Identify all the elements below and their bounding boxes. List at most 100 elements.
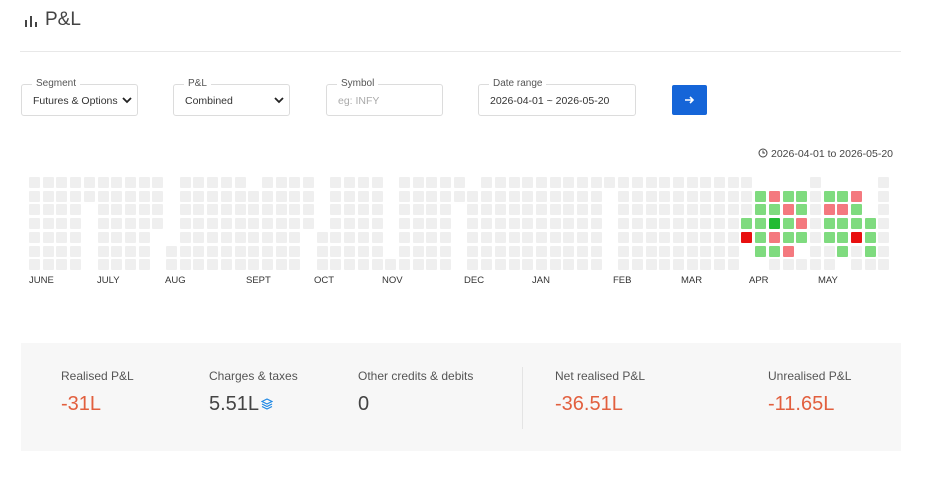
heatmap-cell[interactable] xyxy=(536,259,547,270)
heatmap-cell[interactable] xyxy=(824,259,835,270)
heatmap-cell[interactable] xyxy=(413,204,424,215)
heatmap-cell[interactable] xyxy=(536,218,547,229)
heatmap-cell[interactable] xyxy=(289,191,300,202)
heatmap-cell[interactable] xyxy=(29,232,40,243)
heatmap-cell[interactable] xyxy=(193,232,204,243)
heatmap-cell[interactable] xyxy=(29,259,40,270)
heatmap-cell[interactable] xyxy=(440,246,451,257)
heatmap-cell[interactable] xyxy=(618,218,629,229)
heatmap-cell[interactable] xyxy=(618,259,629,270)
heatmap-cell[interactable] xyxy=(481,218,492,229)
heatmap-cell[interactable] xyxy=(152,204,163,215)
heatmap-cell[interactable] xyxy=(344,232,355,243)
heatmap-cell[interactable] xyxy=(180,177,191,188)
heatmap-cell[interactable] xyxy=(700,218,711,229)
heatmap-cell[interactable] xyxy=(221,191,232,202)
heatmap-cell[interactable] xyxy=(536,246,547,257)
heatmap-cell[interactable] xyxy=(522,191,533,202)
heatmap-cell[interactable] xyxy=(495,218,506,229)
heatmap-cell[interactable] xyxy=(646,191,657,202)
heatmap-cell[interactable] xyxy=(358,177,369,188)
heatmap-cell[interactable] xyxy=(413,232,424,243)
heatmap-cell[interactable] xyxy=(755,232,766,243)
heatmap-cell[interactable] xyxy=(152,191,163,202)
heatmap-cell[interactable] xyxy=(29,177,40,188)
heatmap-cell[interactable] xyxy=(550,218,561,229)
heatmap-cell[interactable] xyxy=(837,218,848,229)
heatmap-cell[interactable] xyxy=(783,259,794,270)
heatmap-cell[interactable] xyxy=(563,232,574,243)
heatmap-cell[interactable] xyxy=(235,259,246,270)
heatmap-cell[interactable] xyxy=(372,246,383,257)
heatmap-cell[interactable] xyxy=(495,232,506,243)
heatmap-cell[interactable] xyxy=(728,218,739,229)
heatmap-cell[interactable] xyxy=(687,191,698,202)
heatmap-cell[interactable] xyxy=(248,191,259,202)
heatmap-cell[interactable] xyxy=(372,204,383,215)
heatmap-cell[interactable] xyxy=(783,204,794,215)
heatmap-cell[interactable] xyxy=(358,232,369,243)
heatmap-cell[interactable] xyxy=(728,177,739,188)
heatmap-cell[interactable] xyxy=(796,218,807,229)
heatmap-cell[interactable] xyxy=(824,218,835,229)
heatmap-cell[interactable] xyxy=(591,204,602,215)
heatmap-cell[interactable] xyxy=(426,259,437,270)
heatmap-cell[interactable] xyxy=(440,218,451,229)
heatmap-cell[interactable] xyxy=(358,246,369,257)
heatmap-cell[interactable] xyxy=(563,177,574,188)
heatmap-cell[interactable] xyxy=(221,259,232,270)
heatmap-cell[interactable] xyxy=(207,246,218,257)
heatmap-cell[interactable] xyxy=(728,246,739,257)
heatmap-cell[interactable] xyxy=(56,177,67,188)
heatmap-cell[interactable] xyxy=(550,246,561,257)
heatmap-cell[interactable] xyxy=(741,177,752,188)
heatmap-cell[interactable] xyxy=(139,191,150,202)
heatmap-cell[interactable] xyxy=(84,177,95,188)
heatmap-cell[interactable] xyxy=(440,232,451,243)
heatmap-cell[interactable] xyxy=(878,204,889,215)
heatmap-cell[interactable] xyxy=(330,191,341,202)
heatmap-cell[interactable] xyxy=(509,232,520,243)
heatmap-cell[interactable] xyxy=(317,232,328,243)
heatmap-cell[interactable] xyxy=(550,177,561,188)
heatmap-cell[interactable] xyxy=(783,191,794,202)
heatmap-cell[interactable] xyxy=(372,259,383,270)
heatmap-cell[interactable] xyxy=(70,232,81,243)
heatmap-cell[interactable] xyxy=(509,204,520,215)
layers-icon[interactable] xyxy=(261,398,274,410)
heatmap-cell[interactable] xyxy=(481,191,492,202)
heatmap-cell[interactable] xyxy=(467,246,478,257)
heatmap-cell[interactable] xyxy=(728,204,739,215)
heatmap-cell[interactable] xyxy=(783,232,794,243)
heatmap-cell[interactable] xyxy=(276,177,287,188)
heatmap-cell[interactable] xyxy=(426,191,437,202)
heatmap-cell[interactable] xyxy=(399,246,410,257)
heatmap-cell[interactable] xyxy=(358,204,369,215)
heatmap-cell[interactable] xyxy=(180,191,191,202)
heatmap-cell[interactable] xyxy=(878,246,889,257)
heatmap-cell[interactable] xyxy=(536,232,547,243)
heatmap-cell[interactable] xyxy=(56,259,67,270)
heatmap-cell[interactable] xyxy=(851,232,862,243)
heatmap-cell[interactable] xyxy=(687,218,698,229)
heatmap-cell[interactable] xyxy=(43,232,54,243)
heatmap-cell[interactable] xyxy=(824,191,835,202)
heatmap-cell[interactable] xyxy=(303,218,314,229)
heatmap-cell[interactable] xyxy=(837,232,848,243)
heatmap-cell[interactable] xyxy=(714,232,725,243)
heatmap-cell[interactable] xyxy=(851,204,862,215)
heatmap-cell[interactable] xyxy=(139,259,150,270)
heatmap-cell[interactable] xyxy=(755,204,766,215)
heatmap-cell[interactable] xyxy=(289,259,300,270)
heatmap-cell[interactable] xyxy=(248,232,259,243)
heatmap-cell[interactable] xyxy=(659,232,670,243)
heatmap-cell[interactable] xyxy=(495,191,506,202)
heatmap-cell[interactable] xyxy=(509,191,520,202)
heatmap-cell[interactable] xyxy=(111,232,122,243)
heatmap-cell[interactable] xyxy=(29,191,40,202)
heatmap-cell[interactable] xyxy=(43,177,54,188)
heatmap-cell[interactable] xyxy=(550,259,561,270)
heatmap-cell[interactable] xyxy=(413,191,424,202)
heatmap-cell[interactable] xyxy=(29,218,40,229)
heatmap-cell[interactable] xyxy=(878,232,889,243)
